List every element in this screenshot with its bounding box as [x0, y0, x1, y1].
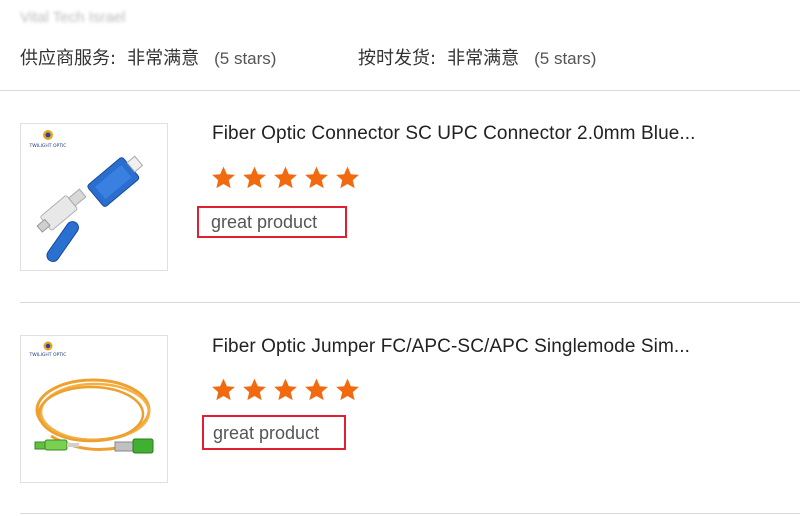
review-comment: great product	[197, 206, 347, 238]
star-icon	[305, 166, 328, 189]
rating-label: 按时发货:	[358, 48, 437, 69]
patch-cord-image: TWILIGHT OPTIC	[29, 341, 154, 454]
star-icon	[212, 166, 235, 189]
star-icon	[274, 166, 297, 189]
product-title-link[interactable]: Fiber Optic Jumper FC/APC-SC/APC Singlem…	[212, 336, 732, 358]
brand-logo-text: TWILIGHT OPTIC	[29, 143, 67, 149]
star-icon	[336, 166, 359, 189]
review-comment: great product	[202, 415, 346, 450]
connector-image: TWILIGHT OPTIC	[29, 130, 144, 262]
star-icon	[212, 378, 235, 401]
star-icon	[274, 378, 297, 401]
product-thumbnail[interactable]: TWILIGHT OPTIC	[20, 123, 168, 271]
rating-stars-text: (5 stars)	[534, 49, 597, 68]
rating-value: 非常满意	[447, 48, 520, 69]
divider	[20, 513, 800, 514]
rating-supplier-service: 供应商服务: 非常满意 (5 stars)	[20, 44, 276, 70]
brand-logo-text: TWILIGHT OPTIC	[29, 352, 67, 358]
reviewer-name: Vital Tech Israel	[20, 9, 126, 26]
rating-stars-text: (5 stars)	[214, 49, 277, 68]
rating-on-time-delivery: 按时发货: 非常满意 (5 stars)	[358, 44, 596, 70]
star-icon	[336, 378, 359, 401]
star-rating	[210, 165, 361, 191]
product-thumbnail[interactable]: TWILIGHT OPTIC	[20, 335, 168, 483]
star-icon	[305, 378, 328, 401]
review-item: TWILIGHT OPTIC Fiber Optic Jumper FC/APC…	[0, 303, 800, 513]
star-icon	[243, 166, 266, 189]
star-icon	[243, 378, 266, 401]
star-rating	[210, 377, 361, 403]
product-title-link[interactable]: Fiber Optic Connector SC UPC Connector 2…	[212, 123, 732, 145]
rating-label: 供应商服务:	[20, 48, 117, 69]
rating-value: 非常满意	[127, 48, 200, 69]
seller-ratings: 供应商服务: 非常满意 (5 stars) 按时发货: 非常满意 (5 star…	[20, 44, 780, 70]
review-item: TWILIGHT OPTIC Fiber Optic Connector SC …	[0, 91, 800, 302]
